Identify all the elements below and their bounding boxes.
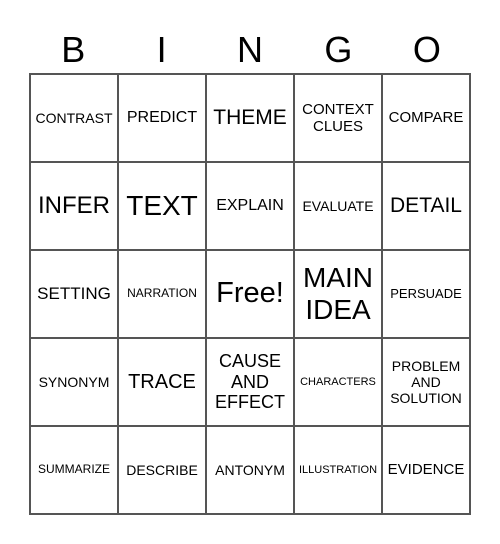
cell-label: SUMMARIZE	[38, 462, 110, 477]
header-letter-b: B	[61, 29, 86, 70]
cell-label: SETTING	[37, 284, 111, 304]
cell-label: TRACE	[128, 370, 196, 393]
cell-label: CHARACTERS	[300, 375, 376, 388]
header-letter-n: N	[237, 29, 264, 70]
bingo-cell[interactable]: EVIDENCE	[382, 426, 470, 514]
bingo-grid: CONTRAST PREDICT THEME CONTEXT CLUES COMPARE…	[29, 73, 471, 515]
cell-label: SYNONYM	[38, 373, 110, 390]
bingo-cell[interactable]: COMPARE	[382, 74, 470, 162]
cell-label: EVALUATE	[302, 197, 374, 214]
cell-label: COMPARE	[388, 109, 464, 127]
cell-label: NARRATION	[127, 286, 197, 301]
cell-label: CAUSE AND EFFECT	[215, 350, 285, 413]
bingo-cell[interactable]: DESCRIBE	[118, 426, 206, 514]
cell-label: PROBLEM AND SOLUTION	[390, 357, 462, 407]
header-letter-o: O	[412, 29, 441, 70]
bingo-cell[interactable]: SYNONYM	[30, 338, 118, 426]
bingo-cell[interactable]: CONTRAST	[30, 74, 118, 162]
bingo-cell[interactable]: ILLUSTRATION	[294, 426, 382, 514]
bingo-cell[interactable]: THEME	[206, 74, 294, 162]
cell-label: CONTRAST	[35, 109, 113, 126]
cell-label: DETAIL	[390, 193, 462, 217]
cell-label: PREDICT	[126, 108, 198, 126]
bingo-cell[interactable]: CONTEXT CLUES	[294, 74, 382, 162]
bingo-cell[interactable]: PERSUADE	[382, 250, 470, 338]
bingo-header: B I N G O	[29, 28, 471, 72]
cell-label: INFER	[38, 192, 110, 220]
bingo-cell[interactable]: TRACE	[118, 338, 206, 426]
cell-label: CONTEXT CLUES	[302, 100, 374, 135]
bingo-cell[interactable]: DETAIL	[382, 162, 470, 250]
cell-label: ILLUSTRATION	[298, 463, 378, 476]
cell-label: EVIDENCE	[387, 461, 465, 479]
bingo-cell[interactable]: SUMMARIZE	[30, 426, 118, 514]
cell-label: TEXT	[126, 189, 198, 221]
bingo-cell[interactable]: MAIN IDEA	[294, 250, 382, 338]
free-space-cell[interactable]: Free!	[206, 250, 294, 338]
bingo-cell[interactable]: PREDICT	[118, 74, 206, 162]
cell-label: THEME	[213, 105, 287, 129]
bingo-cell[interactable]: CAUSE AND EFFECT	[206, 338, 294, 426]
header-letter-g: G	[324, 29, 353, 70]
cell-label: MAIN IDEA	[303, 261, 373, 325]
cell-label: Free!	[216, 277, 284, 310]
bingo-cell[interactable]: INFER	[30, 162, 118, 250]
bingo-cell[interactable]: NARRATION	[118, 250, 206, 338]
cell-label: ANTONYM	[215, 461, 285, 478]
cell-label: PERSUADE	[390, 285, 462, 301]
bingo-cell[interactable]: TEXT	[118, 162, 206, 250]
cell-label: EXPLAIN	[216, 196, 284, 214]
bingo-cell[interactable]: ANTONYM	[206, 426, 294, 514]
bingo-cell[interactable]: CHARACTERS	[294, 338, 382, 426]
cell-label: DESCRIBE	[126, 461, 198, 478]
bingo-cell[interactable]: EVALUATE	[294, 162, 382, 250]
bingo-cell[interactable]: PROBLEM AND SOLUTION	[382, 338, 470, 426]
bingo-cell[interactable]: EXPLAIN	[206, 162, 294, 250]
bingo-cell[interactable]: SETTING	[30, 250, 118, 338]
header-letter-i: I	[156, 29, 167, 70]
